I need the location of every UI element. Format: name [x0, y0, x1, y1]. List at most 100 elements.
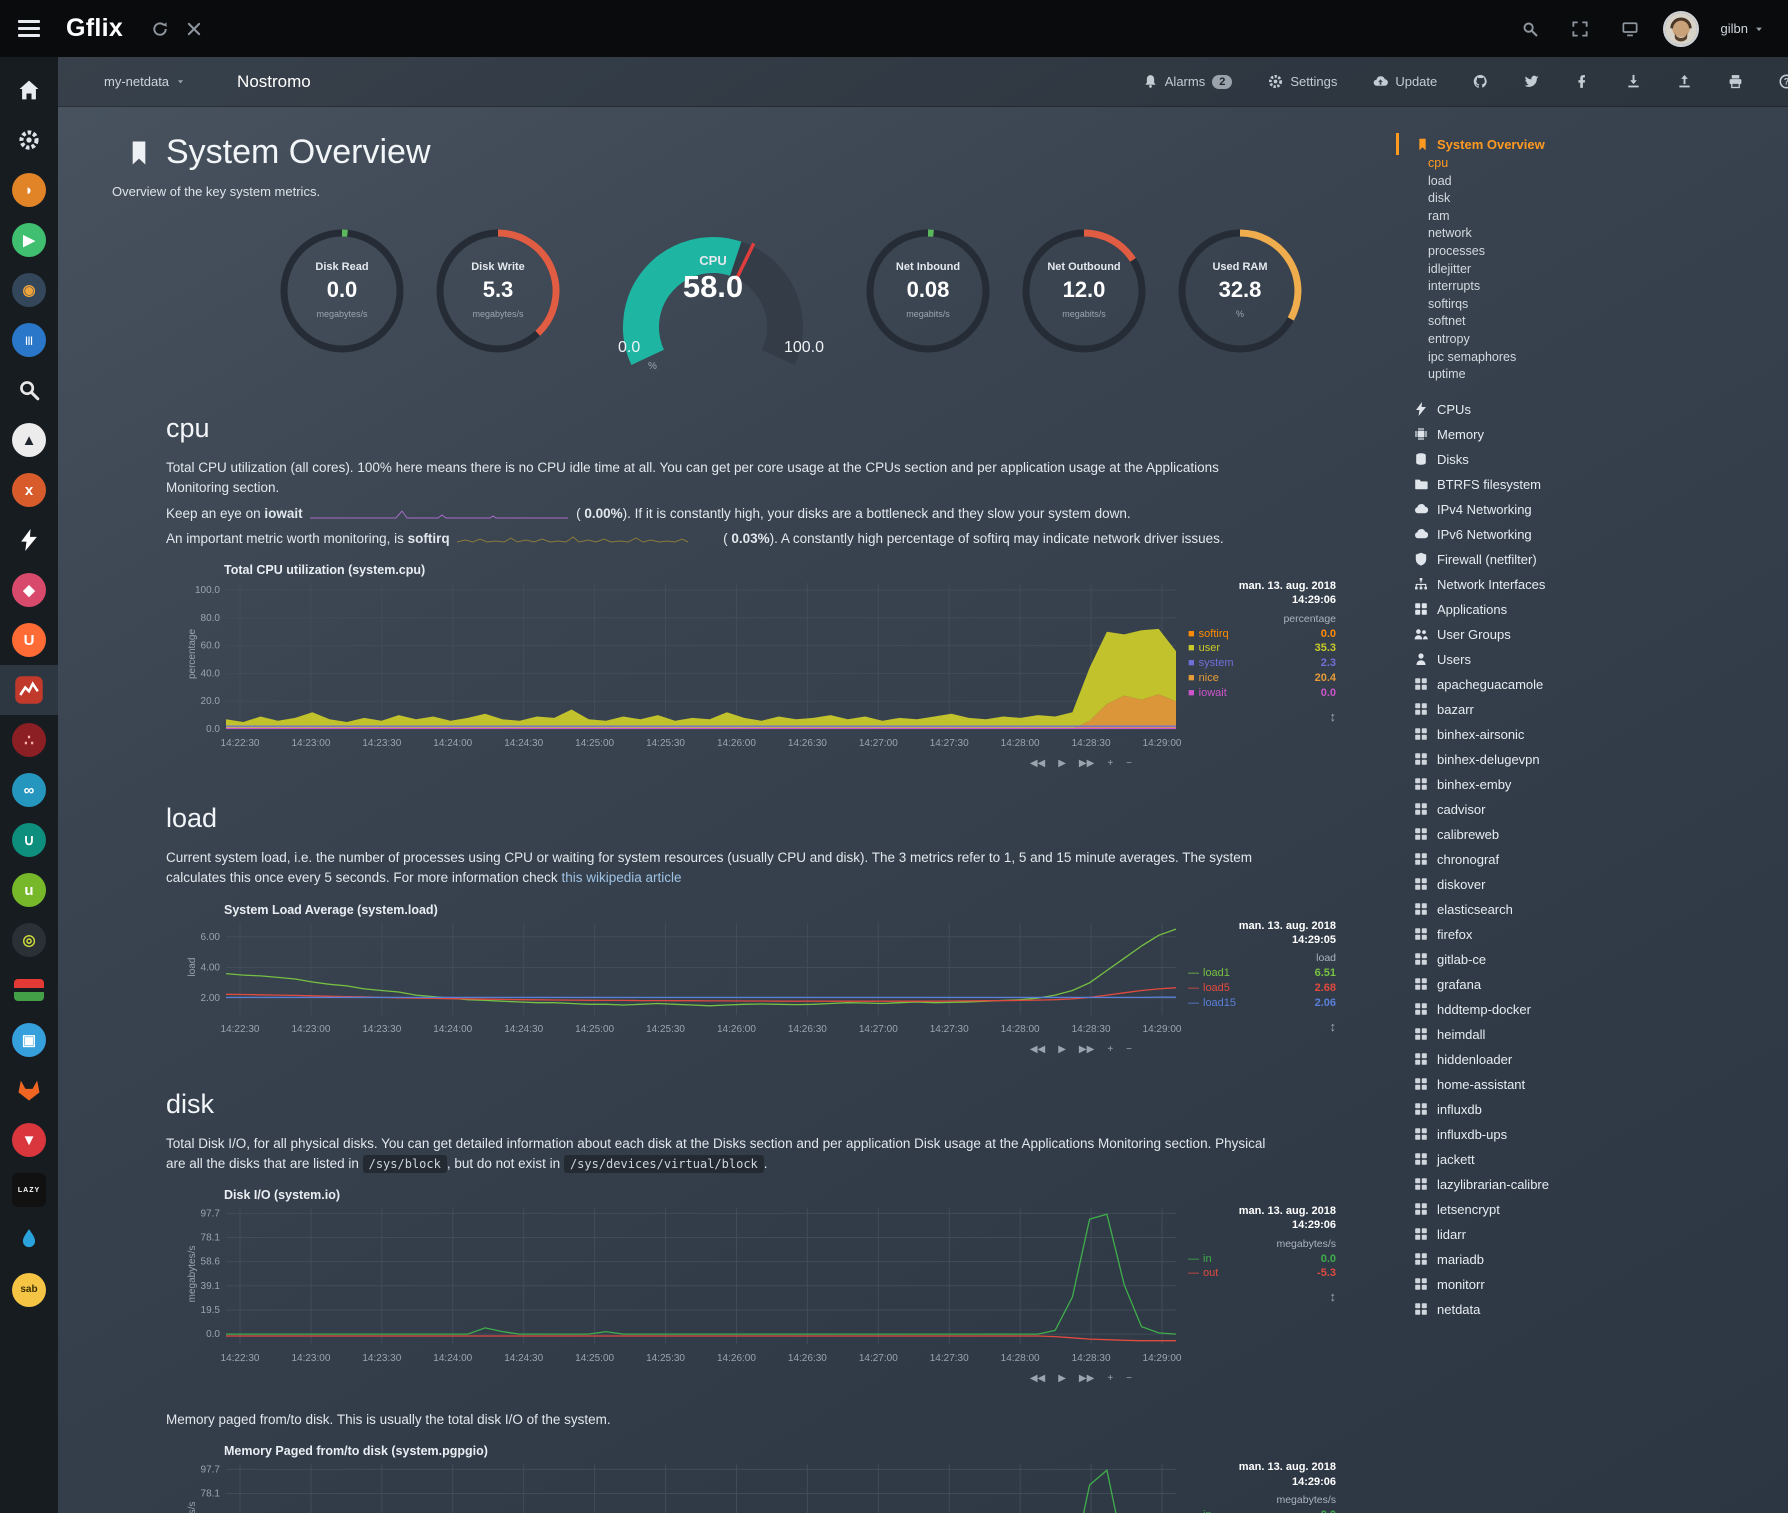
zoom-out-icon[interactable]: −: [1126, 758, 1132, 769]
menu-section-users[interactable]: Users: [1396, 647, 1788, 672]
menu-app-binhex-delugevpn[interactable]: binhex-delugevpn: [1396, 747, 1788, 772]
chart-resize-handle-cpu[interactable]: ↕: [1188, 709, 1336, 724]
app-lazylibrarian-icon[interactable]: LAZY: [0, 1165, 58, 1215]
menu-app-apacheguacamole[interactable]: apacheguacamole: [1396, 672, 1788, 697]
menu-section-user-groups[interactable]: User Groups: [1396, 622, 1788, 647]
menu-app-grafana[interactable]: grafana: [1396, 972, 1788, 997]
menu-item-idlejitter[interactable]: idlejitter: [1396, 261, 1788, 279]
menu-item-ram[interactable]: ram: [1396, 208, 1788, 226]
settings-gear-icon[interactable]: [0, 115, 58, 165]
menu-app-elasticsearch[interactable]: elasticsearch: [1396, 897, 1788, 922]
host-dropdown[interactable]: my-netdata: [98, 73, 191, 90]
pan-left-icon[interactable]: ◀◀: [1030, 1044, 1045, 1055]
menu-item-processes[interactable]: processes: [1396, 243, 1788, 261]
app-kodi-icon[interactable]: ▲: [0, 415, 58, 465]
app-ubiquiti-icon[interactable]: U: [0, 615, 58, 665]
play-icon[interactable]: ▶: [1058, 758, 1066, 769]
gauge-net-outbound[interactable]: Net Outbound12.0megabits/s: [1018, 225, 1150, 371]
gauge-net-inbound[interactable]: Net Inbound0.08megabits/s: [862, 225, 994, 371]
chart-resize-handle-io[interactable]: ↕: [1188, 1289, 1336, 1304]
alarms-button[interactable]: Alarms 2: [1137, 73, 1239, 90]
app-netdata-icon[interactable]: [0, 665, 58, 715]
twitter-button[interactable]: [1518, 73, 1545, 90]
menu-app-home-assistant[interactable]: home-assistant: [1396, 1072, 1788, 1097]
menu-app-jackett[interactable]: jackett: [1396, 1147, 1788, 1172]
menu-section-btrfs-filesystem[interactable]: BTRFS filesystem: [1396, 472, 1788, 497]
menu-section-applications[interactable]: Applications: [1396, 597, 1788, 622]
user-menu[interactable]: gilbn: [1715, 20, 1770, 37]
menu-item-ipc-semaphores[interactable]: ipc semaphores: [1396, 349, 1788, 367]
menu-section-ipv6-networking[interactable]: IPv6 Networking: [1396, 522, 1788, 547]
menu-app-gitlab-ce[interactable]: gitlab-ce: [1396, 947, 1788, 972]
menu-app-netdata[interactable]: netdata: [1396, 1297, 1788, 1322]
app-cluster-icon[interactable]: ∴: [0, 715, 58, 765]
app-airsonic-icon[interactable]: |||: [0, 315, 58, 365]
menu-item-softnet[interactable]: softnet: [1396, 313, 1788, 331]
settings-button[interactable]: Settings: [1262, 73, 1343, 90]
menu-section-disks[interactable]: Disks: [1396, 447, 1788, 472]
zoom-out-icon[interactable]: −: [1126, 1373, 1132, 1384]
update-button[interactable]: Update: [1367, 73, 1443, 90]
menu-section-firewall-netfilter-[interactable]: Firewall (netfilter): [1396, 547, 1788, 572]
pan-right-icon[interactable]: ▶▶: [1079, 1044, 1094, 1055]
play-icon[interactable]: ▶: [1058, 1044, 1066, 1055]
menu-section-cpus[interactable]: CPUs: [1396, 397, 1788, 422]
menu-item-network[interactable]: network: [1396, 225, 1788, 243]
menu-app-binhex-airsonic[interactable]: binhex-airsonic: [1396, 722, 1788, 747]
menu-item-interrupts[interactable]: interrupts: [1396, 278, 1788, 296]
menu-app-diskover[interactable]: diskover: [1396, 872, 1788, 897]
zoom-in-icon[interactable]: +: [1107, 1373, 1113, 1384]
menu-item-load[interactable]: load: [1396, 173, 1788, 191]
menu-app-hddtemp-docker[interactable]: hddtemp-docker: [1396, 997, 1788, 1022]
github-button[interactable]: [1467, 73, 1494, 90]
home-icon[interactable]: [0, 65, 58, 115]
menu-app-chronograf[interactable]: chronograf: [1396, 847, 1788, 872]
help-button[interactable]: Help: [1773, 73, 1788, 90]
menu-app-cadvisor[interactable]: cadvisor: [1396, 797, 1788, 822]
menu-section-ipv4-networking[interactable]: IPv4 Networking: [1396, 497, 1788, 522]
app-emby-icon[interactable]: ▶: [0, 215, 58, 265]
fullscreen-icon[interactable]: [1563, 12, 1597, 46]
menu-app-influxdb-ups[interactable]: influxdb-ups: [1396, 1122, 1788, 1147]
menu-app-lidarr[interactable]: lidarr: [1396, 1222, 1788, 1247]
menu-item-softirqs[interactable]: softirqs: [1396, 296, 1788, 314]
menu-item-disk[interactable]: disk: [1396, 190, 1788, 208]
menu-item-cpu[interactable]: cpu: [1396, 155, 1788, 173]
app-utorrent-icon[interactable]: u: [0, 865, 58, 915]
menu-item-uptime[interactable]: uptime: [1396, 366, 1788, 384]
gauge-disk-read[interactable]: Disk Read0.0megabytes/s: [276, 225, 408, 371]
play-icon[interactable]: ▶: [1058, 1373, 1066, 1384]
menu-app-heimdall[interactable]: heimdall: [1396, 1022, 1788, 1047]
menu-item-entropy[interactable]: entropy: [1396, 331, 1788, 349]
zoom-in-icon[interactable]: +: [1107, 1044, 1113, 1055]
pan-right-icon[interactable]: ▶▶: [1079, 1373, 1094, 1384]
app-download-icon[interactable]: ▼: [0, 1115, 58, 1165]
app-duplicati-icon[interactable]: ◉: [0, 265, 58, 315]
gauge-cpu[interactable]: CPU58.00.0100.0%: [588, 215, 838, 379]
chart-load[interactable]: System Load Average (system.load)14:22:3…: [184, 903, 1396, 1055]
close-tab-icon[interactable]: [177, 12, 211, 46]
menu-app-letsencrypt[interactable]: letsencrypt: [1396, 1197, 1788, 1222]
menu-app-firefox[interactable]: firefox: [1396, 922, 1788, 947]
menu-app-binhex-emby[interactable]: binhex-emby: [1396, 772, 1788, 797]
app-search-icon[interactable]: [0, 365, 58, 415]
pan-left-icon[interactable]: ◀◀: [1030, 1373, 1045, 1384]
print-button[interactable]: [1722, 73, 1749, 90]
app-infinity-icon[interactable]: ∞: [0, 765, 58, 815]
app-heimdall-icon[interactable]: ▣: [0, 1015, 58, 1065]
menu-app-bazarr[interactable]: bazarr: [1396, 697, 1788, 722]
app-sabnzbd-icon[interactable]: sab: [0, 1265, 58, 1315]
search-icon[interactable]: [1513, 12, 1547, 46]
app-ubooquity-icon[interactable]: ◗: [0, 165, 58, 215]
menu-system-overview[interactable]: System Overview: [1396, 133, 1788, 155]
menu-app-monitorr[interactable]: monitorr: [1396, 1272, 1788, 1297]
menu-app-influxdb[interactable]: influxdb: [1396, 1097, 1788, 1122]
wikipedia-link[interactable]: this wikipedia article: [561, 870, 681, 885]
app-droplet-icon[interactable]: [0, 1215, 58, 1265]
zoom-out-icon[interactable]: −: [1126, 1044, 1132, 1055]
pan-left-icon[interactable]: ◀◀: [1030, 758, 1045, 769]
app-bolt-icon[interactable]: [0, 515, 58, 565]
app-organizr-icon[interactable]: x: [0, 465, 58, 515]
zoom-in-icon[interactable]: +: [1107, 758, 1113, 769]
chart-pgpgio[interactable]: Memory Paged from/to disk (system.pgpgio…: [184, 1444, 1396, 1513]
